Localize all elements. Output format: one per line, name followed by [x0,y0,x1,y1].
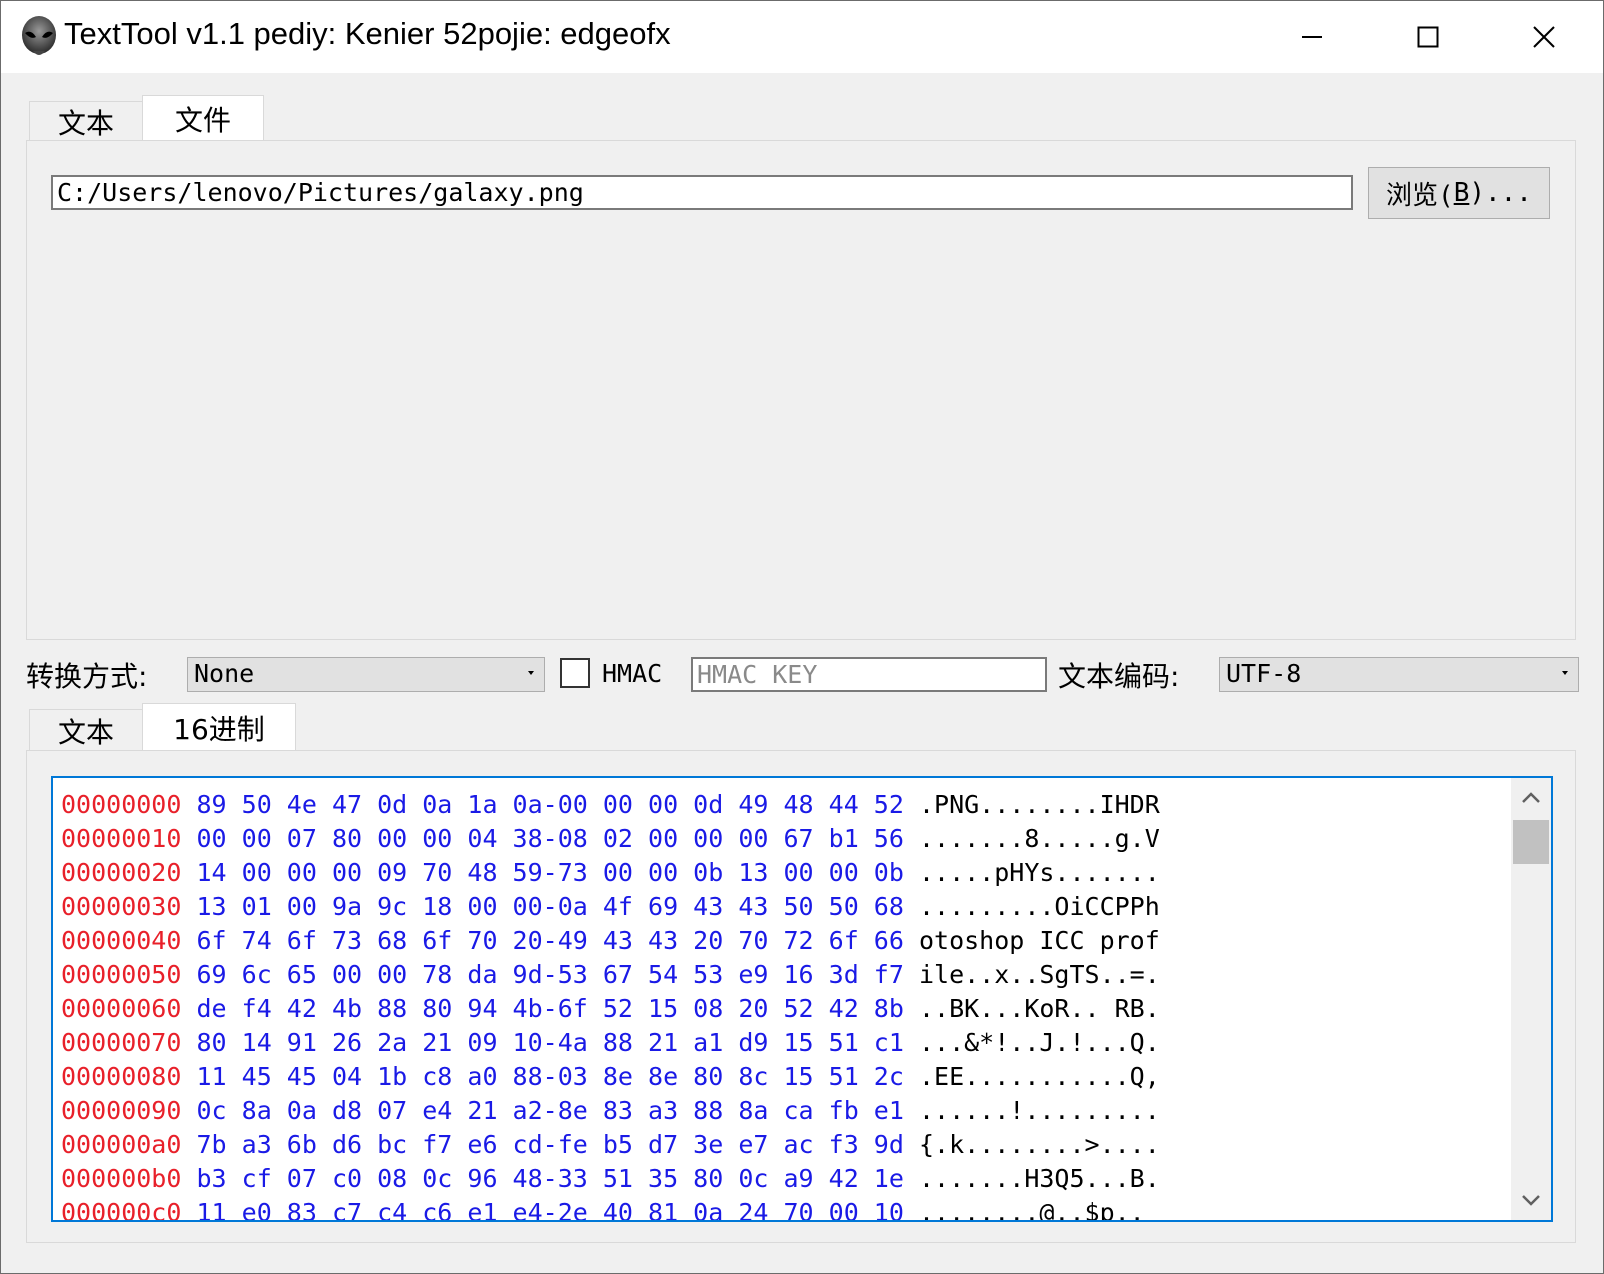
hex-row: 00000090 0c 8a 0a d8 07 e4 21 a2-8e 83 a… [61,1094,1505,1128]
hex-offset: 00000010 [61,824,182,853]
maximize-button[interactable] [1370,1,1486,73]
tab-output-text[interactable]: 文本 [29,709,143,751]
encoding-value: UTF-8 [1226,659,1302,688]
hex-row: 000000a0 7b a3 6b d6 bc f7 e6 cd-fe b5 d… [61,1128,1505,1162]
hex-ascii: .......8.....g.V [918,824,1160,853]
close-button[interactable] [1486,1,1602,73]
chevron-up-icon [1522,792,1540,803]
hex-ascii: .PNG........IHDR [918,790,1160,819]
hex-ascii: .EE...........Q, [918,1062,1160,1091]
hmac-key-input[interactable]: HMAC KEY [691,657,1047,692]
hex-bytes: b3 cf 07 c0 08 0c 96 48-33 51 35 80 0c a… [196,1164,904,1193]
minimize-button[interactable] [1254,1,1370,73]
transform-value: None [194,659,255,688]
hex-ascii: ..BK...KoR.. RB. [918,994,1160,1023]
hex-row: 00000060 de f4 42 4b 88 80 94 4b-6f 52 1… [61,992,1505,1026]
tab-label: 文件 [174,103,231,137]
hex-offset: 00000020 [61,858,182,887]
hex-row: 00000080 11 45 45 04 1b c8 a0 88-03 8e 8… [61,1060,1505,1094]
hex-ascii: otoshop ICC prof [918,926,1160,955]
hex-row: 00000000 89 50 4e 47 0d 0a 1a 0a-00 00 0… [61,788,1505,822]
hex-offset: 00000050 [61,960,182,989]
hex-ascii: .....pHYs....... [918,858,1160,887]
hex-offset: 00000040 [61,926,182,955]
hex-ascii: ........@..$p.. [918,1198,1145,1220]
hex-bytes: 11 45 45 04 1b c8 a0 88-03 8e 8e 80 8c 1… [196,1062,904,1091]
hex-bytes: 69 6c 65 00 00 78 da 9d-53 67 54 53 e9 1… [196,960,904,989]
window-title: TextTool v1.1 pediy: Kenier 52pojie: edg… [64,16,671,51]
tab-label: 文本 [57,715,114,749]
hex-ascii: {.k........>.... [918,1130,1160,1159]
hex-offset: 00000080 [61,1062,182,1091]
alien-head-icon [19,15,59,59]
hex-offset: 000000a0 [61,1130,182,1159]
scroll-thumb[interactable] [1513,820,1549,864]
hex-row: 00000040 6f 74 6f 73 68 6f 70 20-49 43 4… [61,924,1505,958]
dropdown-arrow-icon [1562,671,1568,675]
hmac-checkbox[interactable] [560,658,590,688]
browse-button[interactable]: 浏览(B)... [1368,167,1550,219]
browse-label-mnemonic: B [1453,178,1470,208]
title-bar[interactable]: TextTool v1.1 pediy: Kenier 52pojie: edg… [1,1,1603,73]
hex-bytes: 13 01 00 9a 9c 18 00 00-0a 4f 69 43 43 5… [196,892,904,921]
encoding-label: 文本编码: [1058,660,1180,693]
hex-bytes: 0c 8a 0a d8 07 e4 21 a2-8e 83 a3 88 8a c… [196,1096,904,1125]
encoding-select[interactable]: UTF-8 [1219,657,1579,692]
maximize-icon [1417,26,1439,48]
hex-bytes: 14 00 00 00 09 70 48 59-73 00 00 0b 13 0… [196,858,904,887]
app-window: TextTool v1.1 pediy: Kenier 52pojie: edg… [0,0,1604,1274]
hex-row: 00000050 69 6c 65 00 00 78 da 9d-53 67 5… [61,958,1505,992]
hex-ascii: .........OiCCPPh [918,892,1160,921]
dropdown-arrow-icon [528,671,534,675]
browse-label-prefix: 浏览( [1386,180,1454,211]
hex-offset: 000000c0 [61,1198,182,1220]
hex-bytes: 6f 74 6f 73 68 6f 70 20-49 43 43 20 70 7… [196,926,904,955]
hex-offset: 00000090 [61,1096,182,1125]
hex-row: 00000070 80 14 91 26 2a 21 09 10-4a 88 2… [61,1026,1505,1060]
hex-row: 00000030 13 01 00 9a 9c 18 00 00-0a 4f 6… [61,890,1505,924]
file-panel [26,140,1576,640]
hex-offset: 00000000 [61,790,182,819]
hex-offset: 00000070 [61,1028,182,1057]
hex-view[interactable]: 00000000 89 50 4e 47 0d 0a 1a 0a-00 00 0… [51,776,1553,1222]
scroll-down-button[interactable] [1511,1180,1551,1220]
hmac-label: HMAC [602,659,663,688]
hex-bytes: 89 50 4e 47 0d 0a 1a 0a-00 00 00 0d 49 4… [196,790,904,819]
hex-bytes: 11 e0 83 c7 c4 c6 e1 e4-2e 40 81 0a 24 7… [196,1198,904,1220]
hex-offset: 000000b0 [61,1164,182,1193]
hex-bytes: 00 00 07 80 00 00 04 38-08 02 00 00 00 6… [196,824,904,853]
browse-label-suffix: )... [1469,178,1532,208]
tab-label: 文本 [57,106,114,140]
hex-row: 000000b0 b3 cf 07 c0 08 0c 96 48-33 51 3… [61,1162,1505,1196]
hex-ascii: .......H3Q5...B. [918,1164,1160,1193]
minimize-icon [1302,36,1322,38]
chevron-down-icon [1522,1195,1540,1206]
hex-row: 00000020 14 00 00 00 09 70 48 59-73 00 0… [61,856,1505,890]
scroll-up-button[interactable] [1511,778,1551,818]
tab-file[interactable]: 文件 [142,95,264,141]
transform-select[interactable]: None [187,657,545,692]
transform-label: 转换方式: [26,660,148,693]
hex-bytes: de f4 42 4b 88 80 94 4b-6f 52 15 08 20 5… [196,994,904,1023]
close-icon [1533,26,1555,48]
hex-bytes: 7b a3 6b d6 bc f7 e6 cd-fe b5 d7 3e e7 a… [196,1130,904,1159]
hex-ascii: ile..x..SgTS..=. [918,960,1160,989]
hex-row: 00000010 00 00 07 80 00 00 04 38-08 02 0… [61,822,1505,856]
vertical-scrollbar[interactable] [1511,778,1551,1220]
hex-offset: 00000060 [61,994,182,1023]
hex-offset: 00000030 [61,892,182,921]
tab-text[interactable]: 文本 [29,101,143,141]
tab-label: 16进制 [173,712,265,746]
hex-ascii: ...&*!..J.!...Q. [918,1028,1160,1057]
tab-output-hex[interactable]: 16进制 [142,703,296,751]
hex-bytes: 80 14 91 26 2a 21 09 10-4a 88 21 a1 d9 1… [196,1028,904,1057]
hex-row: 000000c0 11 e0 83 c7 c4 c6 e1 e4-2e 40 8… [61,1196,1505,1220]
hex-lines: 00000000 89 50 4e 47 0d 0a 1a 0a-00 00 0… [61,788,1505,1220]
hex-ascii: ......!......... [918,1096,1160,1125]
file-path-input[interactable]: C:/Users/lenovo/Pictures/galaxy.png [51,175,1353,210]
